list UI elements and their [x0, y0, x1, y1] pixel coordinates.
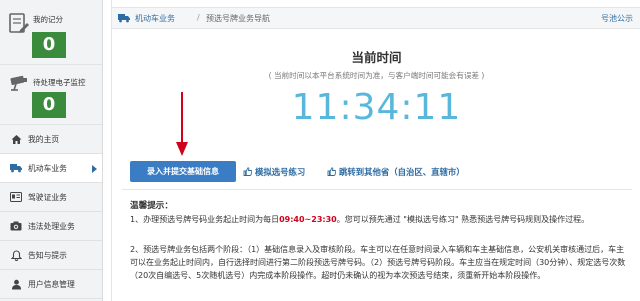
- other-province-link[interactable]: 跳转到其他省（自治区、直辖市）: [327, 166, 465, 178]
- sidebar-item-label: 驾驶证业务: [28, 192, 67, 202]
- link-label: 模拟选号练习: [255, 167, 306, 177]
- time-disclaimer: ( 当前时间以本平台系统时间为准，与客户端时间可能会有误差 ): [268, 71, 485, 80]
- score-label: 待处理电子监控: [33, 78, 86, 87]
- breadcrumb-separator: /: [197, 13, 200, 22]
- home-icon: [10, 133, 22, 145]
- truck-icon: [118, 13, 130, 26]
- sidebar-item-notice[interactable]: 告知与提示: [0, 241, 102, 270]
- sidebar-item-label: 用户信息管理: [28, 279, 75, 289]
- page-title: 当前时间: [351, 50, 402, 65]
- sidebar-item-violation[interactable]: 违法处理业务: [0, 212, 102, 241]
- score-value: 0: [32, 92, 66, 118]
- breadcrumb-current: 预选号牌业务导航: [206, 14, 270, 23]
- sidebar-item-user[interactable]: 用户信息管理: [0, 270, 102, 299]
- notice-text: 1、办理预选号牌号码业务起止时间为每日: [130, 215, 280, 224]
- sidebar-menu: 我的主页 机动车业务 驾驶证业务 违法处理业务 告知与提示 用户信息管理: [0, 125, 102, 299]
- notice-paragraph-1: 1、办理预选号牌号码业务起止时间为每日09:40~23:30。您可以预先通过 "…: [130, 213, 630, 226]
- score-card-pending-monitoring[interactable]: 待处理电子监控 0: [0, 65, 102, 125]
- score-label: 我的记分: [33, 15, 63, 24]
- score-card-my-points[interactable]: 我的记分 0: [0, 0, 102, 65]
- sidebar-item-label: 机动车业务: [28, 163, 67, 173]
- notice-title: 温馨提示：: [130, 201, 173, 211]
- breadcrumb-vehicle-link[interactable]: 机动车业务: [135, 13, 175, 24]
- thumbs-up-icon: [327, 166, 337, 178]
- divider: [122, 189, 632, 190]
- main-panel: 机动车业务 / 预选号牌业务导航 号池公示 当前时间 ( 当前时间以本平台系统时…: [111, 0, 640, 301]
- user-icon: [10, 278, 22, 290]
- score-card-icon: [8, 12, 30, 36]
- license-card-icon: [10, 191, 22, 203]
- red-arrow-annotation: [174, 90, 190, 161]
- notice-paragraph-2: 2、预选号牌业务包括两个阶段：（1）基础信息录入及审核阶段。车主可以在任意时间录…: [130, 245, 626, 280]
- score-value: 0: [32, 32, 66, 58]
- camera-icon: [10, 220, 22, 232]
- sidebar-item-label: 告知与提示: [28, 250, 67, 260]
- number-pool-link[interactable]: 号池公示: [601, 13, 633, 24]
- thumbs-up-icon: [243, 166, 253, 178]
- notice-text: 。您可以预先通过 "模拟选号练习" 熟悉预选号牌号码规则及操作过程。: [336, 215, 590, 224]
- sidebar-item-label: 违法处理业务: [28, 221, 75, 231]
- truck-icon: [10, 162, 22, 174]
- camera-icon: [8, 73, 30, 97]
- chevron-right-icon: [92, 165, 97, 173]
- bell-icon: [10, 249, 22, 261]
- simulated-selection-link[interactable]: 模拟选号练习: [243, 166, 305, 178]
- business-hours: 09:40~23:30: [279, 215, 337, 224]
- current-time-display: 11:34:11: [291, 87, 462, 128]
- submit-basic-info-button[interactable]: 录入并提交基础信息: [130, 161, 236, 182]
- link-label: 跳转到其他省（自治区、直辖市）: [339, 167, 465, 177]
- sidebar-item-home[interactable]: 我的主页: [0, 125, 102, 154]
- sidebar-item-label: 我的主页: [28, 134, 60, 144]
- sidebar-item-vehicle[interactable]: 机动车业务: [0, 154, 102, 183]
- sidebar: 我的记分 0 待处理电子监控 0 我的主页 机动车业务 驾驶证业务 违法处理业务…: [0, 0, 103, 301]
- sidebar-item-license[interactable]: 驾驶证业务: [0, 183, 102, 212]
- breadcrumb: 机动车业务 / 预选号牌业务导航 号池公示: [112, 7, 640, 29]
